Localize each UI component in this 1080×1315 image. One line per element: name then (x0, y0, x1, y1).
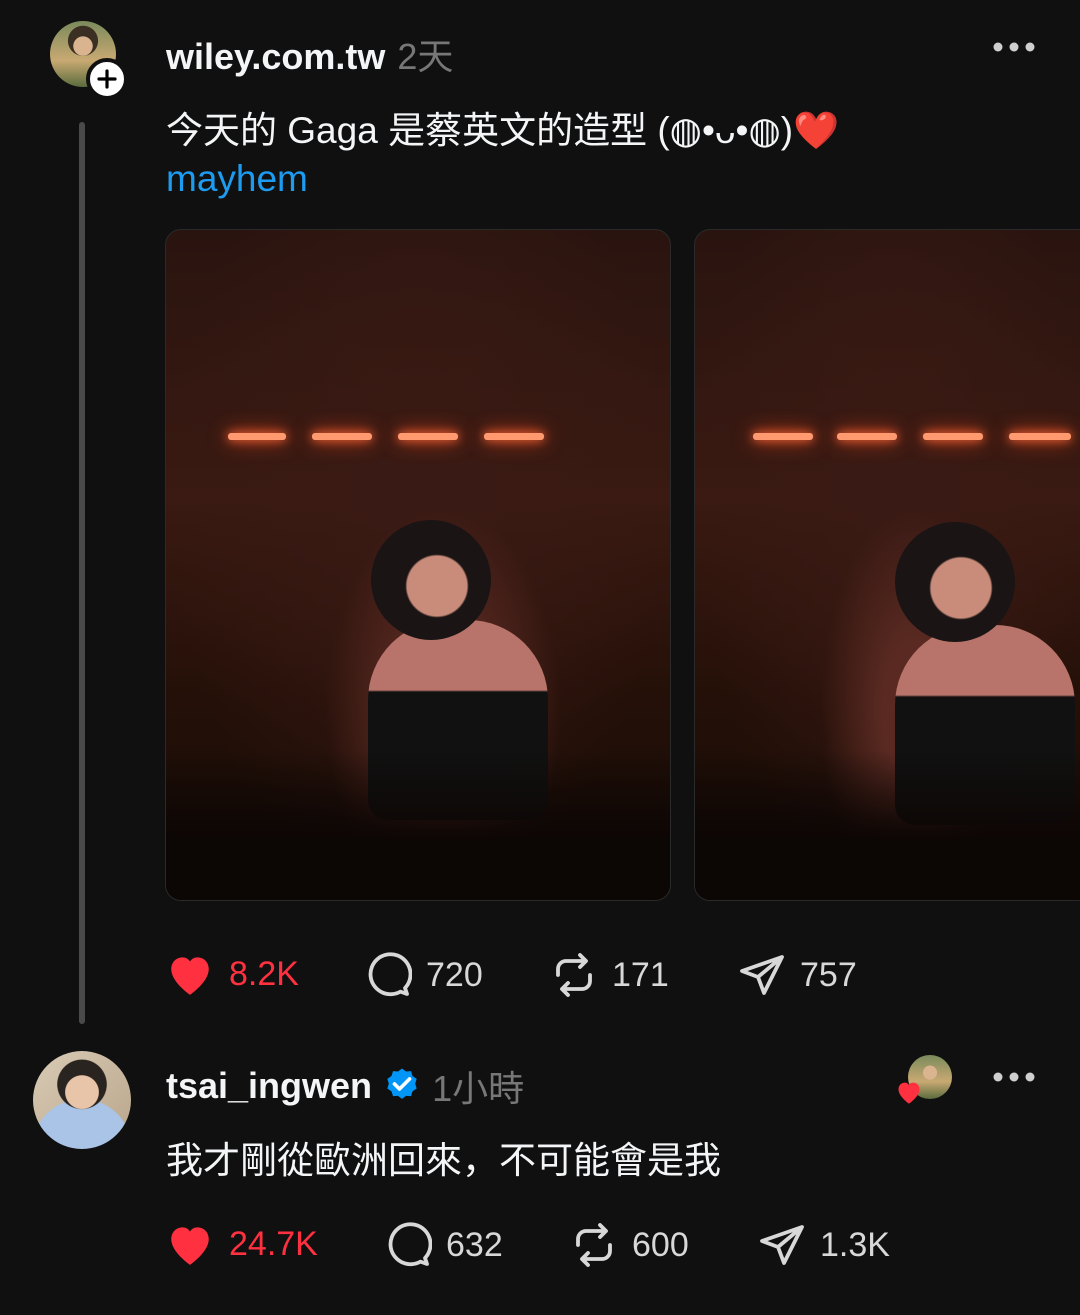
liked-by-author-heart-icon (898, 1082, 920, 1104)
heart-filled-icon (171, 1227, 209, 1265)
repost-button[interactable]: 171 (550, 951, 669, 999)
reply-more-options-icon[interactable] (992, 1071, 1036, 1083)
reply-text: 我才剛從歐洲回來，不可能會是我 (166, 1140, 721, 1181)
send-icon (740, 955, 784, 995)
post-author-username[interactable]: wiley.com.tw (166, 36, 385, 78)
reply-reply-button[interactable]: 632 (384, 1221, 503, 1269)
topic-tag-link[interactable]: mayhem (166, 158, 308, 200)
post-photo-2[interactable] (694, 229, 1080, 901)
reply-share-count: 1.3K (820, 1225, 890, 1264)
like-button[interactable]: 8.2K (165, 951, 299, 997)
share-button[interactable]: 757 (738, 951, 857, 999)
reply-button[interactable]: 720 (364, 951, 483, 999)
post-photo-1[interactable] (165, 229, 671, 901)
reply-author-username[interactable]: tsai_ingwen (166, 1065, 372, 1107)
heart-filled-icon (171, 957, 209, 995)
reply-timestamp: 1小時 (432, 1068, 525, 1109)
comment-icon (368, 952, 412, 997)
repost-icon (576, 1223, 612, 1267)
reply-author-avatar[interactable] (33, 1051, 131, 1149)
share-count: 757 (800, 955, 857, 994)
verified-badge-icon (387, 1068, 417, 1099)
plus-icon (97, 69, 117, 89)
post-timestamp: 2天 (397, 36, 454, 77)
repost-icon (556, 953, 592, 997)
follow-button[interactable] (86, 58, 128, 100)
repost-count: 171 (612, 955, 669, 994)
send-icon (760, 1225, 804, 1265)
reply-repost-button[interactable]: 600 (570, 1221, 689, 1269)
reply-count: 720 (426, 955, 483, 994)
like-count: 8.2K (229, 954, 299, 993)
comment-icon (388, 1222, 432, 1267)
reply-like-count: 24.7K (229, 1224, 318, 1263)
post-text: 今天的 Gaga 是蔡英文的造型 (◍•ᴗ•◍)❤️ (166, 110, 840, 151)
reply-like-button[interactable]: 24.7K (165, 1221, 318, 1267)
more-options-icon[interactable] (992, 41, 1036, 53)
reply-reply-count: 632 (446, 1225, 503, 1264)
reply-share-button[interactable]: 1.3K (758, 1221, 890, 1269)
thread-line (79, 122, 85, 1024)
reply-repost-count: 600 (632, 1225, 689, 1264)
